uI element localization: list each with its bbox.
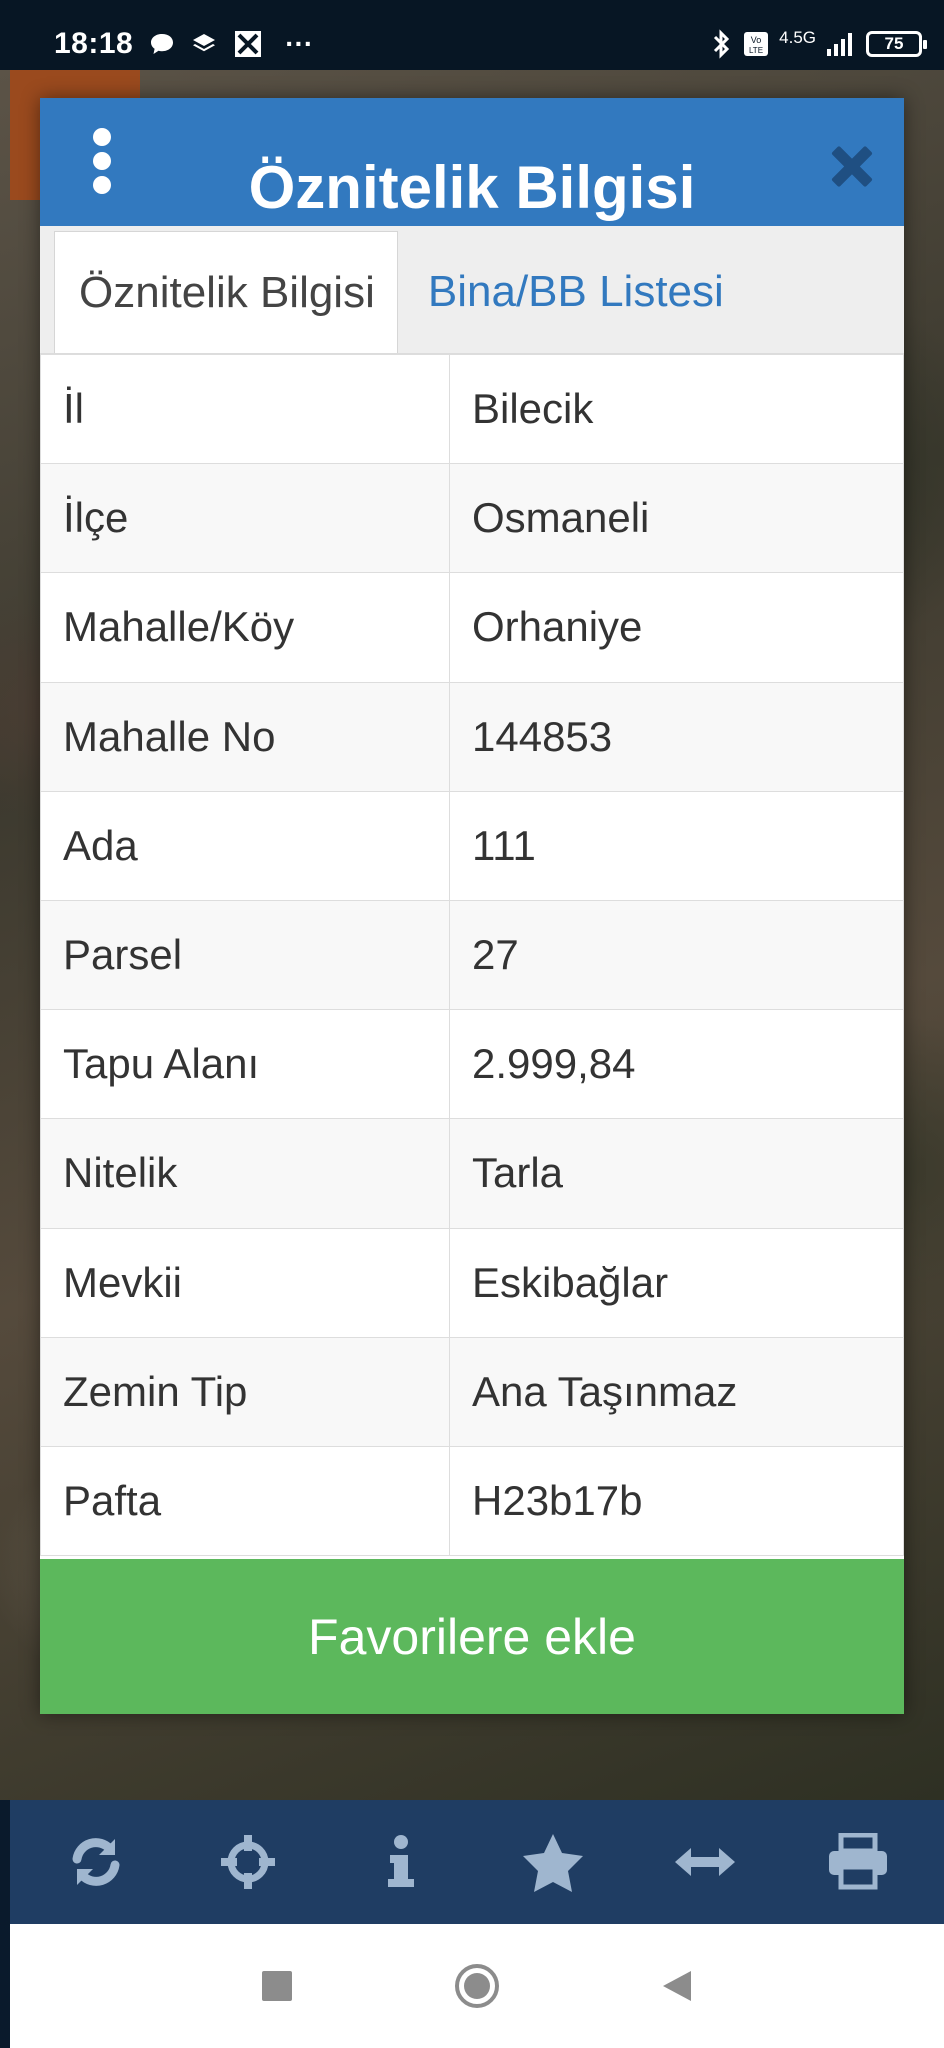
status-time: 18:18 [54, 27, 134, 60]
star-icon [523, 1834, 584, 1892]
chat-bubble-icon [151, 34, 174, 54]
battery-level: 75 [884, 34, 904, 53]
row-value: Tarla [449, 1118, 904, 1229]
tab-attribute-info[interactable]: Öznitelik Bilgisi [54, 231, 398, 353]
bluetooth-icon [714, 29, 730, 59]
measure-icon [675, 1848, 736, 1876]
row-value: Orhaniye [449, 572, 904, 683]
favorites-button[interactable] [518, 1827, 588, 1897]
row-key: Parsel [40, 899, 450, 1011]
app-icon [235, 31, 262, 57]
tab-building-list[interactable]: Bina/BB Listesi [398, 231, 746, 353]
square-icon [262, 1971, 292, 2001]
signal-icon [827, 33, 852, 56]
system-nav-bar [10, 1924, 944, 2048]
triangle-back-icon [663, 1971, 691, 2001]
row-value: Ana Taşınmaz [449, 1336, 904, 1447]
row-key: Pafta [40, 1445, 450, 1557]
svg-text:Vo: Vo [751, 35, 762, 45]
row-key: Nitelik [40, 1118, 450, 1229]
table-row: İlçe Osmaneli [40, 463, 904, 574]
table-row: Zemin Tip Ana Taşınmaz [40, 1336, 904, 1447]
print-icon [828, 1833, 887, 1890]
notification-icons: ··· [149, 28, 313, 60]
layers-icon [193, 34, 216, 52]
row-value: 2.999,84 [449, 1009, 904, 1120]
locate-button[interactable] [213, 1827, 283, 1897]
table-row: Tapu Alanı 2.999,84 [40, 1009, 904, 1120]
circle-icon [455, 1964, 499, 2008]
row-value: 27 [449, 899, 904, 1011]
row-key: Ada [40, 790, 450, 901]
table-row: Nitelik Tarla [40, 1118, 904, 1229]
system-indicators: Vo LTE 4.5G 75 [711, 28, 927, 59]
row-key: Mahalle/Köy [40, 572, 450, 683]
back-button[interactable] [647, 1956, 707, 2016]
dialog-title: Öznitelik Bilgisi [248, 154, 696, 221]
volte-icon: VoLTE [744, 32, 769, 56]
row-value: H23b17b [449, 1445, 904, 1557]
more-indicator: ··· [285, 28, 314, 59]
row-value: 111 [449, 790, 904, 901]
table-row: Ada 111 [40, 790, 904, 901]
table-row: Mahalle No 144853 [40, 681, 904, 792]
table-row: Mevkii Eskibağlar [40, 1227, 904, 1338]
map-toolbar [10, 1800, 944, 1924]
info-icon [387, 1835, 414, 1887]
refresh-icon [72, 1838, 120, 1886]
row-key: Mevkii [40, 1227, 450, 1338]
print-button[interactable] [823, 1827, 893, 1897]
home-button[interactable] [447, 1956, 507, 2016]
attribute-info-dialog: Öznitelik Bilgisi Öznitelik Bilgisi Bina… [40, 98, 904, 1714]
table-row: İl Bilecik [40, 353, 904, 465]
attribute-table: İl Bilecik İlçe Osmaneli Mahalle/Köy Orhani… [40, 353, 904, 1557]
refresh-button[interactable] [61, 1827, 131, 1897]
row-key: Zemin Tip [40, 1336, 450, 1447]
row-value: Osmaneli [449, 463, 904, 574]
close-icon[interactable] [824, 138, 880, 194]
crosshairs-icon [221, 1835, 276, 1889]
row-key: Mahalle No [40, 681, 450, 792]
row-key: İl [40, 353, 450, 465]
measure-button[interactable] [670, 1827, 740, 1897]
table-row: Parsel 27 [40, 899, 904, 1011]
row-value: Eskibağlar [449, 1227, 904, 1338]
left-edge [0, 1800, 10, 2048]
battery-icon: 75 [866, 31, 927, 57]
row-key: İlçe [40, 463, 450, 574]
dialog-tabs: Öznitelik Bilgisi Bina/BB Listesi [40, 226, 904, 354]
row-key: Tapu Alanı [40, 1009, 450, 1120]
table-row: Mahalle/Köy Orhaniye [40, 572, 904, 683]
row-value: Bilecik [449, 353, 904, 465]
svg-text:LTE: LTE [749, 46, 763, 55]
add-to-favorites-button[interactable]: Favorilere ekle [40, 1559, 904, 1714]
network-type: 4.5G [779, 28, 816, 47]
row-value: 144853 [449, 681, 904, 792]
recents-button[interactable] [247, 1956, 307, 2016]
dialog-header: Öznitelik Bilgisi [40, 98, 904, 226]
info-button[interactable] [366, 1827, 436, 1897]
table-row: Pafta H23b17b [40, 1445, 904, 1557]
